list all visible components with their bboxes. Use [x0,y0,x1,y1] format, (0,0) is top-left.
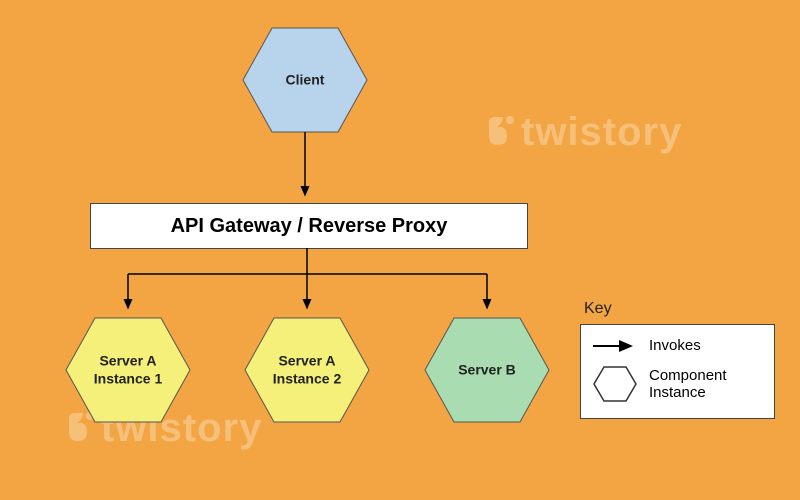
server-a1-node: Server AInstance 1 [63,315,193,425]
gateway-label: API Gateway / Reverse Proxy [171,215,448,237]
gateway-node: API Gateway / Reverse Proxy [90,203,528,249]
legend-title: Key [580,300,775,318]
legend-row-component: ComponentInstance [591,364,764,404]
legend-component-label: ComponentInstance [649,367,727,401]
watermark: twistory [485,110,682,157]
client-node: Client [240,25,370,135]
server-a2-label: Server AInstance 2 [262,353,352,388]
legend: Key Invokes ComponentInstance [580,300,775,419]
legend-invokes-label: Invokes [649,337,701,354]
arrows-gateway-to-servers [70,248,550,320]
server-a1-label: Server AInstance 1 [83,353,173,388]
watermark-icon [485,112,519,157]
arrow-client-to-gateway [300,132,320,204]
arrow-icon [591,338,639,354]
server-b-label: Server B [442,361,532,379]
hexagon-icon [591,364,639,404]
server-b-node: Server B [422,315,552,425]
client-label: Client [260,71,350,89]
server-a2-node: Server AInstance 2 [242,315,372,425]
legend-panel: Invokes ComponentInstance [580,324,775,419]
legend-row-invokes: Invokes [591,337,764,354]
